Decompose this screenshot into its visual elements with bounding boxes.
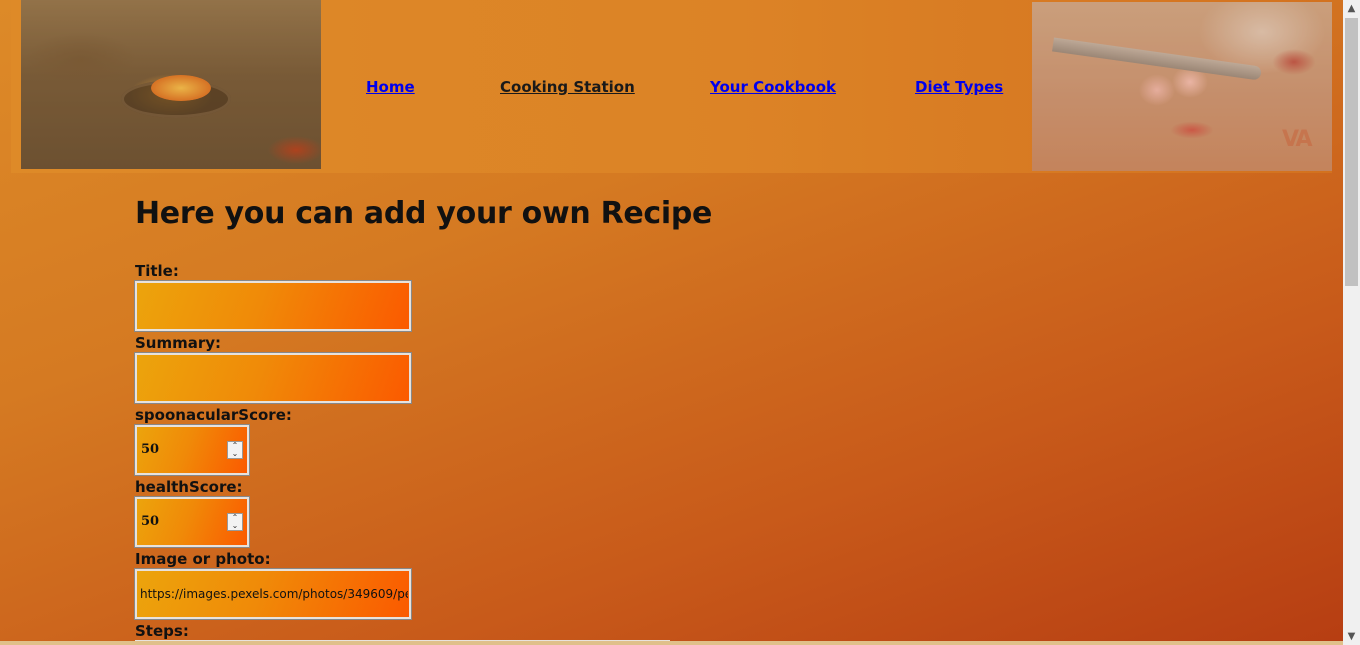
spoonacular-score-input[interactable]: 50 ⌃ ⌄ — [134, 424, 250, 476]
nav-your-cookbook-link[interactable]: Your Cookbook — [710, 78, 836, 96]
cooking-hero-image — [21, 0, 321, 169]
spoonacular-stepper[interactable]: ⌃ ⌄ — [227, 441, 243, 459]
watermark-logo: VA — [1282, 127, 1313, 152]
page-title: Here you can add your own Recipe — [135, 196, 713, 231]
nav-cooking-station-link[interactable]: Cooking Station — [500, 78, 635, 96]
form-section: Here you can add your own Recipe — [135, 196, 835, 231]
summary-input[interactable] — [134, 352, 412, 404]
steps-label: Steps: — [135, 622, 189, 640]
health-score-input[interactable]: 50 ⌃ ⌄ — [134, 496, 250, 548]
spoonacular-score-label: spoonacularScore: — [135, 406, 292, 424]
chopping-hero-image: VA — [1032, 2, 1332, 171]
scroll-thumb[interactable] — [1345, 18, 1358, 286]
scroll-down-icon[interactable]: ▼ — [1343, 628, 1360, 645]
image-url-input[interactable]: https://images.pexels.com/photos/349609/… — [134, 568, 412, 620]
scroll-up-icon[interactable]: ▲ — [1343, 0, 1360, 17]
image-label: Image or photo: — [135, 550, 271, 568]
health-stepper[interactable]: ⌃ ⌄ — [227, 513, 243, 531]
nav-diet-types-link[interactable]: Diet Types — [915, 78, 1003, 96]
window-bottom-edge — [0, 641, 1343, 645]
title-input[interactable] — [134, 280, 412, 332]
vertical-scrollbar[interactable]: ▲ ▼ — [1343, 0, 1360, 645]
health-score-label: healthScore: — [135, 478, 243, 496]
title-label: Title: — [135, 262, 179, 280]
summary-label: Summary: — [135, 334, 222, 352]
nav-home-link[interactable]: Home — [366, 78, 415, 96]
